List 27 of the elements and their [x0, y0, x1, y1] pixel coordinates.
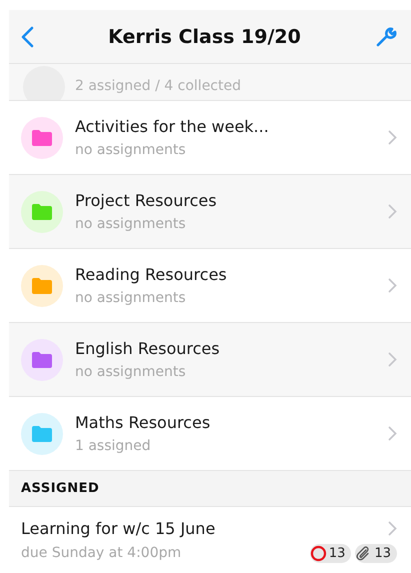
folder-title: Project Resources	[75, 191, 218, 210]
assignment-title: Learning for w/c 15 June	[21, 518, 216, 538]
nav-title: Kerris Class 19/20	[108, 26, 301, 48]
assignment-due: due Sunday at 4:00pm	[21, 545, 182, 561]
folder-title: Maths Resources	[75, 413, 212, 432]
folder-subtitle: 2 assigned / 4 collected	[75, 78, 241, 96]
folder-title: Activities for the week...	[75, 117, 270, 136]
folder-row[interactable]: English Resources no assignments	[9, 323, 411, 397]
back-button[interactable]	[21, 26, 34, 48]
chevron-icon	[388, 130, 397, 145]
chevron-icon	[388, 278, 397, 293]
attachment-badge: 13	[355, 544, 397, 562]
folder-subtitle: no assignments	[75, 216, 187, 232]
folder-title: Reading Resources	[75, 265, 228, 284]
chevron-icon	[388, 352, 397, 367]
chevron-icon	[388, 204, 397, 219]
folder-subtitle: 1 assigned	[75, 438, 152, 454]
pending-badge: 13	[310, 544, 352, 562]
chevron-icon	[388, 426, 397, 441]
folder-title: English Resources	[75, 339, 221, 358]
section-header: ASSIGNED	[21, 481, 100, 496]
folder-subtitle: no assignments	[75, 142, 187, 158]
folder-row[interactable]: Project Resources no assignments	[9, 175, 411, 249]
folder-subtitle: no assignments	[75, 364, 187, 380]
wrench-button[interactable]	[374, 26, 397, 48]
chevron-icon	[388, 520, 397, 536]
folder-subtitle: no assignments	[75, 290, 187, 306]
